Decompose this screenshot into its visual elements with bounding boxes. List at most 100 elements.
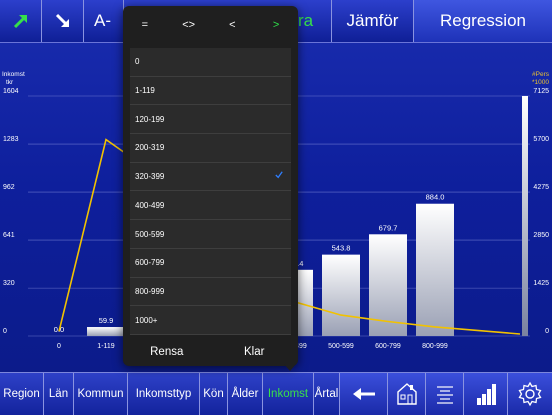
- tab-jamfor[interactable]: Jämför: [332, 0, 414, 42]
- tab-partial[interactable]: ra: [298, 0, 332, 42]
- income-range-item[interactable]: 1000+: [130, 306, 291, 335]
- bar-data-label: 543.8: [332, 244, 351, 253]
- x-category-label: 500-599: [328, 343, 354, 350]
- filter-lan-button[interactable]: Län: [44, 373, 74, 415]
- income-range-label: 200-319: [135, 143, 165, 153]
- back-button[interactable]: [340, 373, 388, 415]
- chart-button[interactable]: [464, 373, 508, 415]
- filter-artal-label: Årtal: [314, 388, 339, 400]
- bottom-toolbar: Region Län Kommun Inkomsttyp Kön Ålder Inkomst…: [0, 372, 552, 415]
- right-axis-tick-label: 5700: [533, 136, 549, 143]
- tab-alphabetical-label: A-: [94, 11, 111, 30]
- income-range-label: 600-799: [135, 258, 165, 268]
- sort-ascending-button[interactable]: [0, 0, 42, 42]
- bar-data-label: 679.7: [379, 223, 398, 232]
- income-range-item[interactable]: 800-999: [130, 278, 291, 307]
- income-filter-popover: = <> < > 0 1-119 120-199 200-319 320-399 400-499…: [123, 6, 298, 366]
- income-range-label: 320-399: [135, 172, 165, 182]
- filter-alder-button[interactable]: Ålder: [228, 373, 263, 415]
- income-range-label: 800-999: [135, 286, 165, 296]
- income-range-label: 1000+: [135, 315, 158, 325]
- home-button[interactable]: [388, 373, 426, 415]
- left-axis-tick-label: 1283: [3, 136, 19, 143]
- right-axis-unit: *1000: [532, 79, 549, 86]
- bar-data-label: 59.9: [99, 316, 114, 325]
- rensa-button[interactable]: Rensa: [123, 338, 211, 366]
- x-category-label: 800-999: [422, 343, 448, 350]
- income-range-label: 120-199: [135, 114, 165, 124]
- bar: [416, 203, 454, 336]
- x-category-label: 600-799: [375, 343, 401, 350]
- tab-partial-label: ra: [298, 11, 314, 30]
- operator-less-than-button[interactable]: <: [211, 6, 255, 44]
- income-range-item[interactable]: 120-199: [130, 105, 291, 135]
- filter-alder-label: Ålder: [231, 388, 259, 400]
- tab-regression[interactable]: Regression: [414, 0, 552, 42]
- filter-kommun-label: Kommun: [77, 388, 124, 400]
- bar: [322, 254, 360, 336]
- filter-artal-button[interactable]: Årtal: [314, 373, 340, 415]
- house-icon: [396, 383, 417, 405]
- right-axis-tick-label: 2850: [533, 232, 549, 239]
- arrow-up-right-icon: [13, 14, 27, 29]
- income-range-item[interactable]: 1-119: [130, 77, 291, 106]
- left-axis-label: Inkomst: [2, 71, 25, 78]
- right-axis-tick-label: 1425: [533, 280, 549, 287]
- checkmark-icon: [275, 171, 283, 179]
- klar-label: Klar: [244, 346, 265, 358]
- filter-inkomsttyp-label: Inkomsttyp: [135, 388, 192, 400]
- operator-greater-than-button[interactable]: >: [254, 6, 298, 44]
- right-axis-tick-label: 7125: [533, 88, 549, 95]
- income-range-label: 1-119: [135, 86, 155, 96]
- income-range-item[interactable]: 200-319: [130, 134, 291, 163]
- popover-footer: Rensa Klar: [123, 338, 298, 366]
- tab-regression-label: Regression: [440, 11, 526, 30]
- income-range-list: 0 1-119 120-199 200-319 320-399 400-499 500-59…: [130, 48, 291, 335]
- right-scale-bar: [522, 96, 528, 336]
- sort-descending-button[interactable]: [42, 0, 84, 42]
- income-range-item[interactable]: 600-799: [130, 249, 291, 278]
- tab-alphabetical[interactable]: A-: [84, 0, 124, 42]
- left-axis-unit: tkr: [6, 79, 14, 86]
- left-axis-tick-label: 641: [3, 232, 15, 239]
- income-range-item[interactable]: 400-499: [130, 192, 291, 221]
- operator-not-equals-button[interactable]: <>: [167, 6, 211, 44]
- x-category-label: 0: [57, 343, 61, 350]
- right-axis-label: #Pers: [532, 71, 550, 78]
- right-axis-tick-label: 4275: [533, 184, 549, 191]
- income-range-label: 400-499: [135, 200, 165, 210]
- left-axis-tick-label: 320: [3, 280, 15, 287]
- operator-row: = <> < >: [123, 6, 298, 44]
- filter-region-label: Region: [3, 388, 40, 400]
- x-category-label: 1-119: [97, 343, 114, 350]
- arrow-down-right-icon: [55, 13, 69, 27]
- income-range-label: 0: [135, 57, 140, 67]
- income-range-item[interactable]: 500-599: [130, 220, 291, 249]
- filter-kon-button[interactable]: Kön: [200, 373, 228, 415]
- klar-button[interactable]: Klar: [211, 338, 299, 366]
- tab-jamfor-label: Jämför: [346, 11, 399, 30]
- popover-pointer: [284, 364, 296, 371]
- left-axis-tick-label: 1604: [3, 88, 19, 95]
- filter-region-button[interactable]: Region: [0, 373, 44, 415]
- settings-button[interactable]: [508, 373, 552, 415]
- right-axis-tick-label: 0: [545, 328, 549, 335]
- left-axis-tick-label: 962: [3, 184, 15, 191]
- bar-data-label: 884.0: [426, 193, 445, 202]
- left-axis-tick-label: 0: [3, 328, 7, 335]
- filter-kon-label: Kön: [203, 388, 224, 400]
- arrow-left-icon: [352, 388, 375, 400]
- align-button[interactable]: [426, 373, 464, 415]
- income-range-label: 500-599: [135, 229, 165, 239]
- rensa-label: Rensa: [150, 346, 184, 358]
- filter-kommun-button[interactable]: Kommun: [74, 373, 128, 415]
- app-screen: A- ra Jämför Regression 0 320 641 962 1283 16…: [0, 0, 552, 415]
- filter-inkomst-button[interactable]: Inkomst: [263, 373, 314, 415]
- bar-chart-icon: [476, 384, 496, 405]
- income-range-item[interactable]: 0: [130, 48, 291, 77]
- operator-equals-button[interactable]: =: [123, 6, 167, 44]
- bar: [87, 327, 125, 336]
- income-range-item[interactable]: 320-399: [130, 163, 291, 192]
- align-center-icon: [436, 386, 453, 404]
- filter-inkomsttyp-button[interactable]: Inkomsttyp: [128, 373, 200, 415]
